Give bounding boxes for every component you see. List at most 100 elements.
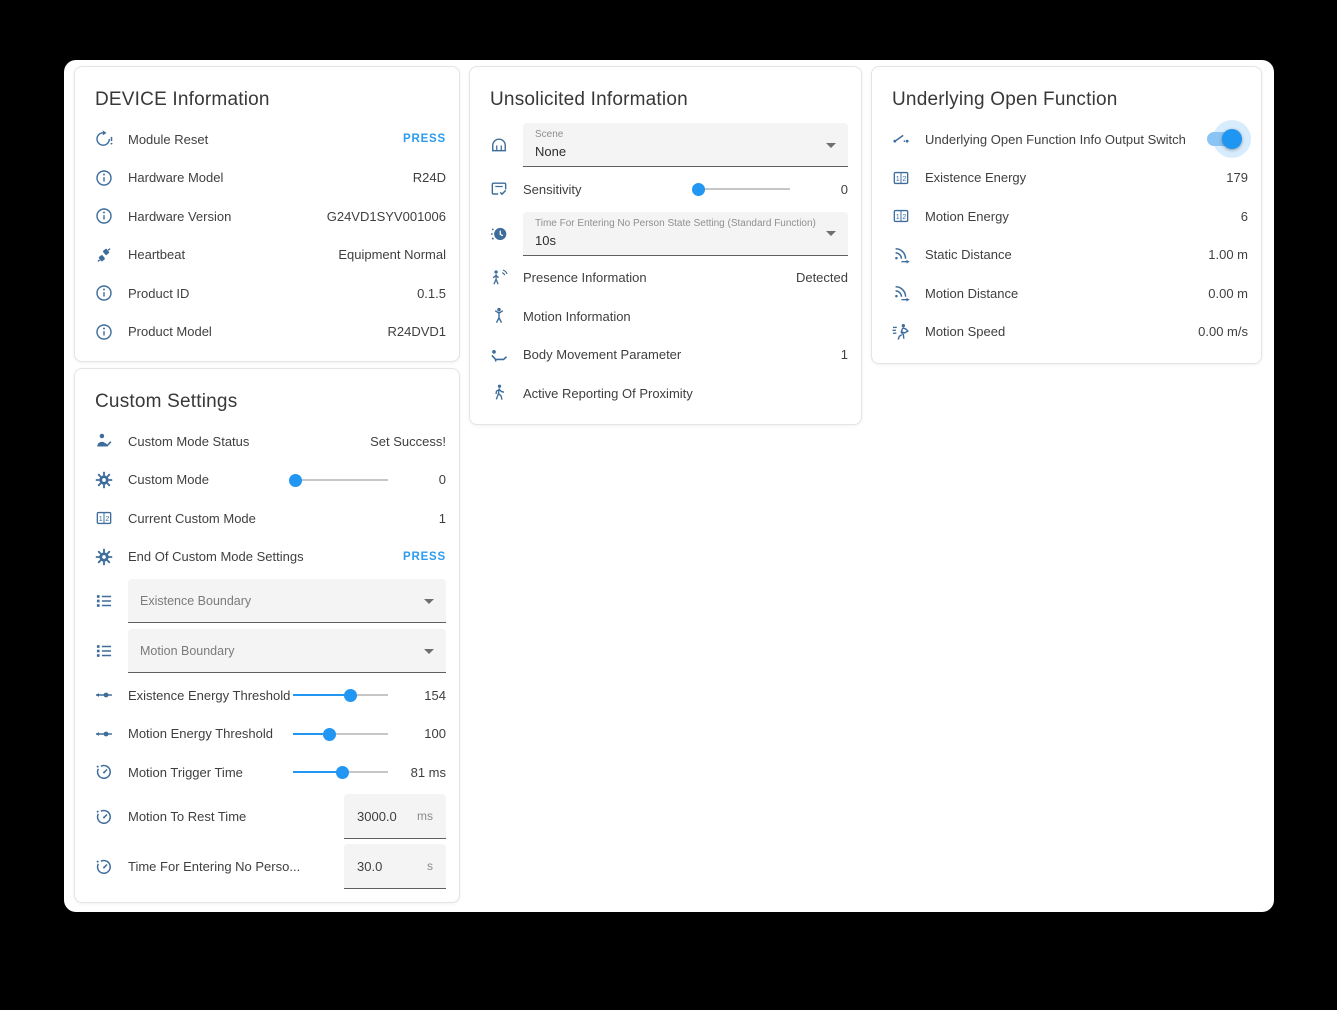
info-icon bbox=[92, 206, 116, 226]
select-field-label: Motion Boundary bbox=[140, 644, 235, 658]
settings-row: 12Motion Energy6 bbox=[872, 197, 1261, 236]
press-button[interactable]: PRESS bbox=[403, 133, 446, 145]
select-field[interactable]: Time For Entering No Person State Settin… bbox=[523, 212, 848, 256]
input-unit: s bbox=[427, 859, 433, 873]
info-icon bbox=[92, 322, 116, 342]
list-icon bbox=[92, 641, 116, 661]
slider-value: 0 bbox=[802, 182, 848, 197]
svg-text:1: 1 bbox=[896, 175, 900, 183]
row-value: 1 bbox=[439, 511, 446, 526]
switch-icon bbox=[889, 129, 913, 149]
settings-row: 12Existence Energy179 bbox=[872, 159, 1261, 198]
card-rows: Underlying Open Function Info Output Swi… bbox=[872, 120, 1261, 351]
settings-row: SceneNone bbox=[470, 120, 861, 170]
row-label: Heartbeat bbox=[128, 247, 185, 262]
value-input[interactable]: 30.0 s bbox=[344, 844, 446, 889]
row-value: 0.00 m bbox=[1208, 286, 1248, 301]
card-unsolicited-information: Unsolicited Information SceneNoneSensiti… bbox=[469, 66, 862, 425]
settings-row: Motion Trigger Time81 ms bbox=[75, 753, 459, 792]
slider-value: 0 bbox=[400, 472, 446, 487]
row-value: Set Success! bbox=[370, 434, 446, 449]
svg-text:2: 2 bbox=[902, 213, 906, 221]
slider-fill bbox=[293, 771, 342, 773]
select-field[interactable]: Motion Boundary bbox=[128, 629, 446, 673]
settings-row: Product ID0.1.5 bbox=[75, 274, 459, 313]
proximity-walk-icon bbox=[487, 383, 511, 403]
slider-thumb[interactable] bbox=[692, 183, 705, 196]
chevron-down-icon bbox=[424, 599, 434, 604]
app-surface: DEVICE Information Module ResetPRESSHard… bbox=[64, 60, 1274, 912]
select-field-value: 10s bbox=[535, 233, 816, 248]
card-rows: Module ResetPRESS Hardware Model R24D Hardw… bbox=[75, 120, 459, 351]
row-label: Motion Energy Threshold bbox=[128, 726, 293, 741]
settings-row: Motion Distance0.00 m bbox=[872, 274, 1261, 313]
row-value: 0.1.5 bbox=[417, 286, 446, 301]
svg-text:1: 1 bbox=[896, 213, 900, 221]
settings-row: Underlying Open Function Info Output Swi… bbox=[872, 120, 1261, 159]
module-reset-icon bbox=[92, 129, 116, 149]
card-rows: Custom Mode StatusSet Success!Custom Mod… bbox=[75, 422, 459, 892]
row-label: Motion To Rest Time bbox=[128, 809, 246, 824]
body-movement-icon bbox=[487, 345, 511, 365]
row-label: End Of Custom Mode Settings bbox=[128, 549, 304, 564]
row-label: Existence Energy Threshold bbox=[128, 688, 293, 703]
slider[interactable] bbox=[695, 182, 790, 196]
slider-thumb[interactable] bbox=[336, 766, 349, 779]
settings-row: Motion Speed0.00 m/s bbox=[872, 313, 1261, 352]
svg-text:2: 2 bbox=[105, 515, 109, 523]
counter-icon: 12 bbox=[92, 508, 116, 528]
settings-row: Sensitivity0 bbox=[470, 170, 861, 209]
press-button[interactable]: PRESS bbox=[403, 551, 446, 563]
slider-track bbox=[293, 479, 388, 481]
slider[interactable] bbox=[293, 765, 388, 779]
value-input[interactable]: 3000.0ms bbox=[344, 794, 446, 839]
slider[interactable] bbox=[293, 727, 388, 741]
select-field-label: Existence Boundary bbox=[140, 594, 251, 608]
settings-row: Motion To Rest Time 3000.0ms bbox=[75, 792, 459, 842]
row-value: 179 bbox=[1226, 170, 1248, 185]
row-label: Custom Mode bbox=[128, 472, 293, 487]
row-value: Detected bbox=[796, 270, 848, 285]
settings-row: HeartbeatEquipment Normal bbox=[75, 236, 459, 275]
card-title: Unsolicited Information bbox=[470, 67, 861, 120]
counter-icon: 12 bbox=[889, 168, 913, 188]
settings-row: Module ResetPRESS bbox=[75, 120, 459, 159]
clock-icon bbox=[487, 224, 511, 244]
slider-value: 154 bbox=[400, 688, 446, 703]
row-label: Motion Information bbox=[523, 309, 631, 324]
slider[interactable] bbox=[293, 688, 388, 702]
slider-thumb[interactable] bbox=[344, 689, 357, 702]
select-field[interactable]: SceneNone bbox=[523, 123, 848, 167]
settings-row: Hardware VersionG24VD1SYV001006 bbox=[75, 197, 459, 236]
settings-row: Existence Energy Threshold 154 bbox=[75, 676, 459, 715]
settings-row: Presence InformationDetected bbox=[470, 259, 861, 298]
person-check-icon bbox=[92, 431, 116, 451]
slider-thumb[interactable] bbox=[323, 728, 336, 741]
chevron-down-icon bbox=[826, 231, 836, 236]
slider-thumb[interactable] bbox=[289, 474, 302, 487]
input-value: 30.0 bbox=[357, 859, 382, 874]
settings-row: Time For Entering No Person State Settin… bbox=[470, 209, 861, 259]
row-value: 6 bbox=[1241, 209, 1248, 224]
row-label: Hardware Model bbox=[128, 170, 223, 185]
row-label: Active Reporting Of Proximity bbox=[523, 386, 693, 401]
info-icon bbox=[92, 283, 116, 303]
settings-row: Time For Entering No Perso...30.0s bbox=[75, 842, 459, 892]
slider-fill bbox=[293, 694, 350, 696]
row-value: 1 bbox=[841, 347, 848, 362]
gear-icon bbox=[92, 547, 116, 567]
svg-text:1: 1 bbox=[99, 515, 103, 523]
slider-value: 81 ms bbox=[400, 765, 446, 780]
toggle-switch[interactable] bbox=[1204, 119, 1248, 159]
row-value: R24D bbox=[413, 170, 446, 185]
card-device-information: DEVICE Information Module ResetPRESSHard… bbox=[74, 66, 460, 362]
chevron-down-icon bbox=[424, 649, 434, 654]
list-icon bbox=[92, 591, 116, 611]
select-field[interactable]: Existence Boundary bbox=[128, 579, 446, 623]
card-custom-settings: Custom Settings Custom Mode StatusSet Su… bbox=[74, 368, 460, 903]
slider[interactable] bbox=[293, 473, 388, 487]
select-field-value: None bbox=[535, 144, 816, 159]
settings-row: Motion Information bbox=[470, 297, 861, 336]
settings-row: Custom Mode 0 bbox=[75, 461, 459, 500]
input-value: 3000.0 bbox=[357, 809, 397, 824]
